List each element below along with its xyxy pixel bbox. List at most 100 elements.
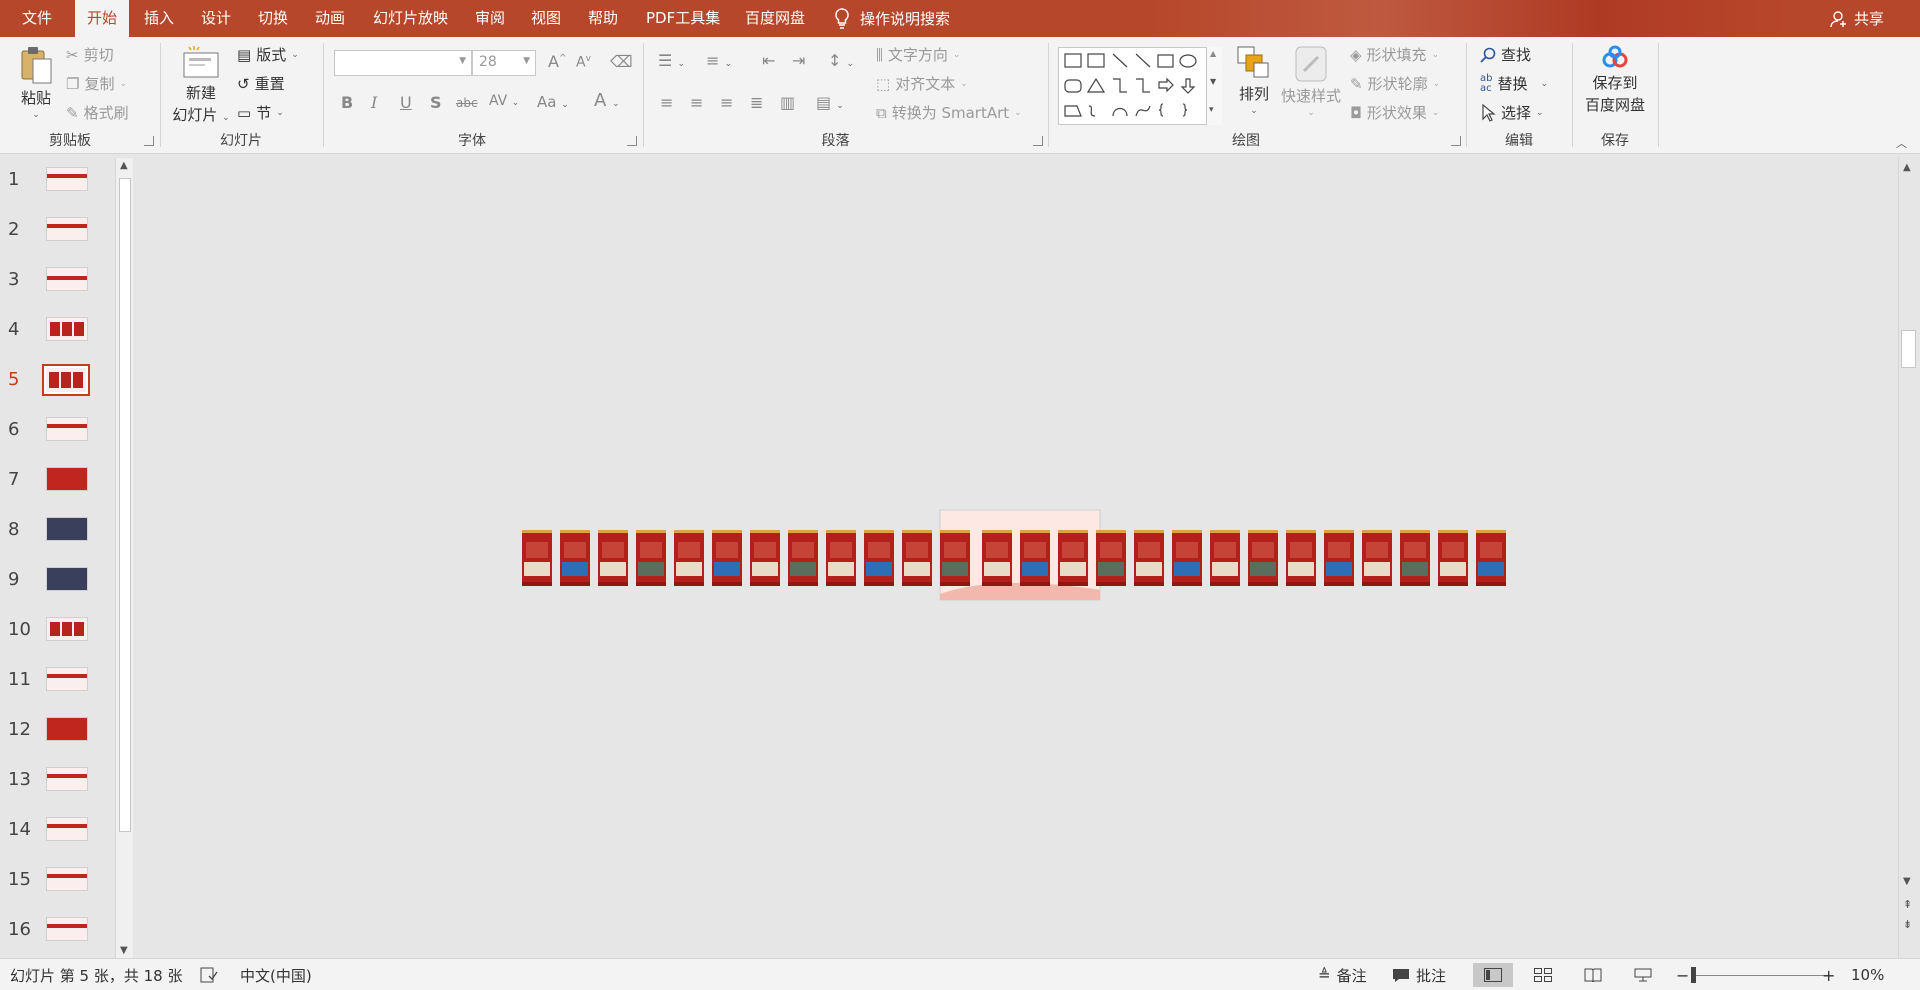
strip-slide[interactable] [864,530,894,586]
distributed-icon[interactable]: ▥ [780,93,795,112]
save-to-netdisk-button[interactable]: 保存到 百度网盘 [1582,45,1648,115]
italic-button[interactable]: I [371,93,377,112]
editor-scroll-thumb[interactable] [1901,330,1916,368]
layout-button[interactable]: ▤ 版式 ⌄ [237,44,299,65]
strip-slide[interactable] [1438,530,1468,586]
tab-transitions[interactable]: 切换 [258,0,288,37]
next-slide-icon[interactable]: ⇟ [1903,918,1912,931]
thumbnail-scroll-thumb[interactable] [119,178,131,832]
slide-editor-area[interactable] [140,154,1896,958]
strip-slide[interactable] [1210,530,1240,586]
strip-slide[interactable] [522,530,552,586]
slide-canvas[interactable] [140,154,1896,958]
slide-thumbnail-14[interactable] [46,817,88,841]
zoom-level[interactable]: 10% [1851,959,1884,990]
tab-design[interactable]: 设计 [201,0,231,37]
strip-slide[interactable] [1134,530,1164,586]
strip-slide[interactable] [1476,530,1506,586]
tab-file[interactable]: 文件 [22,0,52,37]
slide-thumbnail-8[interactable] [46,517,88,541]
select-button[interactable]: 选择 ⌄ [1482,102,1544,123]
notes-button[interactable]: ≜ 备注 [1318,959,1367,990]
paste-button[interactable]: 粘贴 ⌄ [18,45,54,120]
reset-button[interactable]: ↺ 重置 [237,73,285,94]
strip-slide[interactable] [1172,530,1202,586]
convert-smartart-button[interactable]: ⧉ 转换为 SmartArt ⌄ [876,102,1022,123]
strip-slide[interactable] [1400,530,1430,586]
share-button[interactable]: 共享 [1830,0,1884,37]
underline-button[interactable]: U [400,93,412,112]
font-color-button[interactable]: A ⌄ [594,90,620,111]
slide-sorter-button[interactable] [1523,963,1563,987]
normal-view-button[interactable] [1473,963,1513,987]
tab-pdf-tools[interactable]: PDF工具集 [646,0,720,37]
zoom-out-button[interactable]: − [1676,959,1689,990]
font-launcher-icon[interactable] [627,136,637,146]
change-case-button[interactable]: Aa ⌄ [537,93,569,111]
strip-slide[interactable] [902,530,932,586]
zoom-in-button[interactable]: + [1822,959,1835,990]
strikethrough-button[interactable]: abc [456,96,478,110]
cut-button[interactable]: ✂ 剪切 [66,44,114,65]
slide-thumbnail-4[interactable] [46,317,88,341]
shapes-gallery[interactable] [1058,47,1222,125]
font-name-combo[interactable]: ▼ [334,50,472,76]
tab-help[interactable]: 帮助 [588,0,618,37]
slideshow-view-button[interactable] [1623,963,1663,987]
replace-button[interactable]: ab ac 替换 ⌄ [1480,73,1548,94]
thumbnail-scrollbar[interactable]: ▲ ▼ [115,158,133,958]
clipboard-launcher-icon[interactable] [144,136,154,146]
align-text-button[interactable]: ⬚ 对齐文本 ⌄ [876,73,968,94]
text-direction-button[interactable]: ⫼ 文字方向 ⌄ [876,44,960,65]
tab-slideshow[interactable]: 幻灯片放映 [373,0,448,37]
zoom-slider-track[interactable] [1692,975,1830,976]
tab-home[interactable]: 开始 [75,0,130,37]
tab-view[interactable]: 视图 [531,0,561,37]
shape-outline-button[interactable]: ✎ 形状轮廓 ⌄ [1350,73,1440,94]
strip-slide[interactable] [788,530,818,586]
format-painter-button[interactable]: ✎ 格式刷 [66,102,129,123]
slide-thumbnail-6[interactable] [46,417,88,441]
shapes-gallery-scroll[interactable]: ▲ ▼ ▾ [1206,47,1222,125]
shrink-font-button[interactable]: Av [576,54,591,71]
columns-button[interactable]: ▤ ⌄ [816,93,844,112]
justify-icon[interactable]: ≣ [750,93,763,112]
slide-thumbnail-1[interactable] [46,167,88,191]
bold-button[interactable]: B [341,93,353,112]
new-slide-button[interactable]: 新建 幻灯片 ⌄ [170,45,232,125]
strip-slide[interactable] [1286,530,1316,586]
shape-fill-button[interactable]: ◈ 形状填充 ⌄ [1350,44,1439,65]
slide-thumbnail-9[interactable] [46,567,88,591]
align-right-icon[interactable]: ≡ [720,93,733,112]
find-button[interactable]: 查找 [1480,44,1531,65]
arrange-button[interactable]: 排列 ⌄ [1234,45,1274,116]
decrease-indent-icon[interactable]: ⇤ [762,51,775,70]
strip-slide[interactable] [1058,530,1088,586]
strip-slide[interactable] [598,530,628,586]
copy-button[interactable]: ❐ 复制 ⌄ [66,73,127,94]
strip-slide[interactable] [826,530,856,586]
drawing-launcher-icon[interactable] [1451,136,1461,146]
slide-thumbnail-13[interactable] [46,767,88,791]
tab-insert[interactable]: 插入 [144,0,174,37]
strip-slide[interactable] [674,530,704,586]
bullets-button[interactable]: ☰ ⌄ [658,51,685,70]
section-button[interactable]: ▭ 节 ⌄ [237,102,284,123]
strip-slide[interactable] [940,530,970,586]
text-shadow-button[interactable]: S [430,93,442,112]
strip-slide[interactable] [982,530,1012,586]
slide-thumbnail-12[interactable] [46,717,88,741]
strip-slide[interactable] [636,530,666,586]
strip-slide[interactable] [1096,530,1126,586]
reading-view-button[interactable] [1573,963,1613,987]
zoom-slider-thumb[interactable] [1691,967,1696,983]
increase-indent-icon[interactable]: ⇥ [792,51,805,70]
slide-thumbnail-5[interactable] [42,364,90,396]
strip-slide[interactable] [712,530,742,586]
font-size-combo[interactable]: 28 ▼ [472,50,536,76]
grow-font-button[interactable]: A^ [548,52,567,71]
slide-thumbnail-10[interactable] [46,617,88,641]
align-center-icon[interactable]: ≡ [690,93,703,112]
strip-slide[interactable] [1362,530,1392,586]
strip-slide[interactable] [560,530,590,586]
